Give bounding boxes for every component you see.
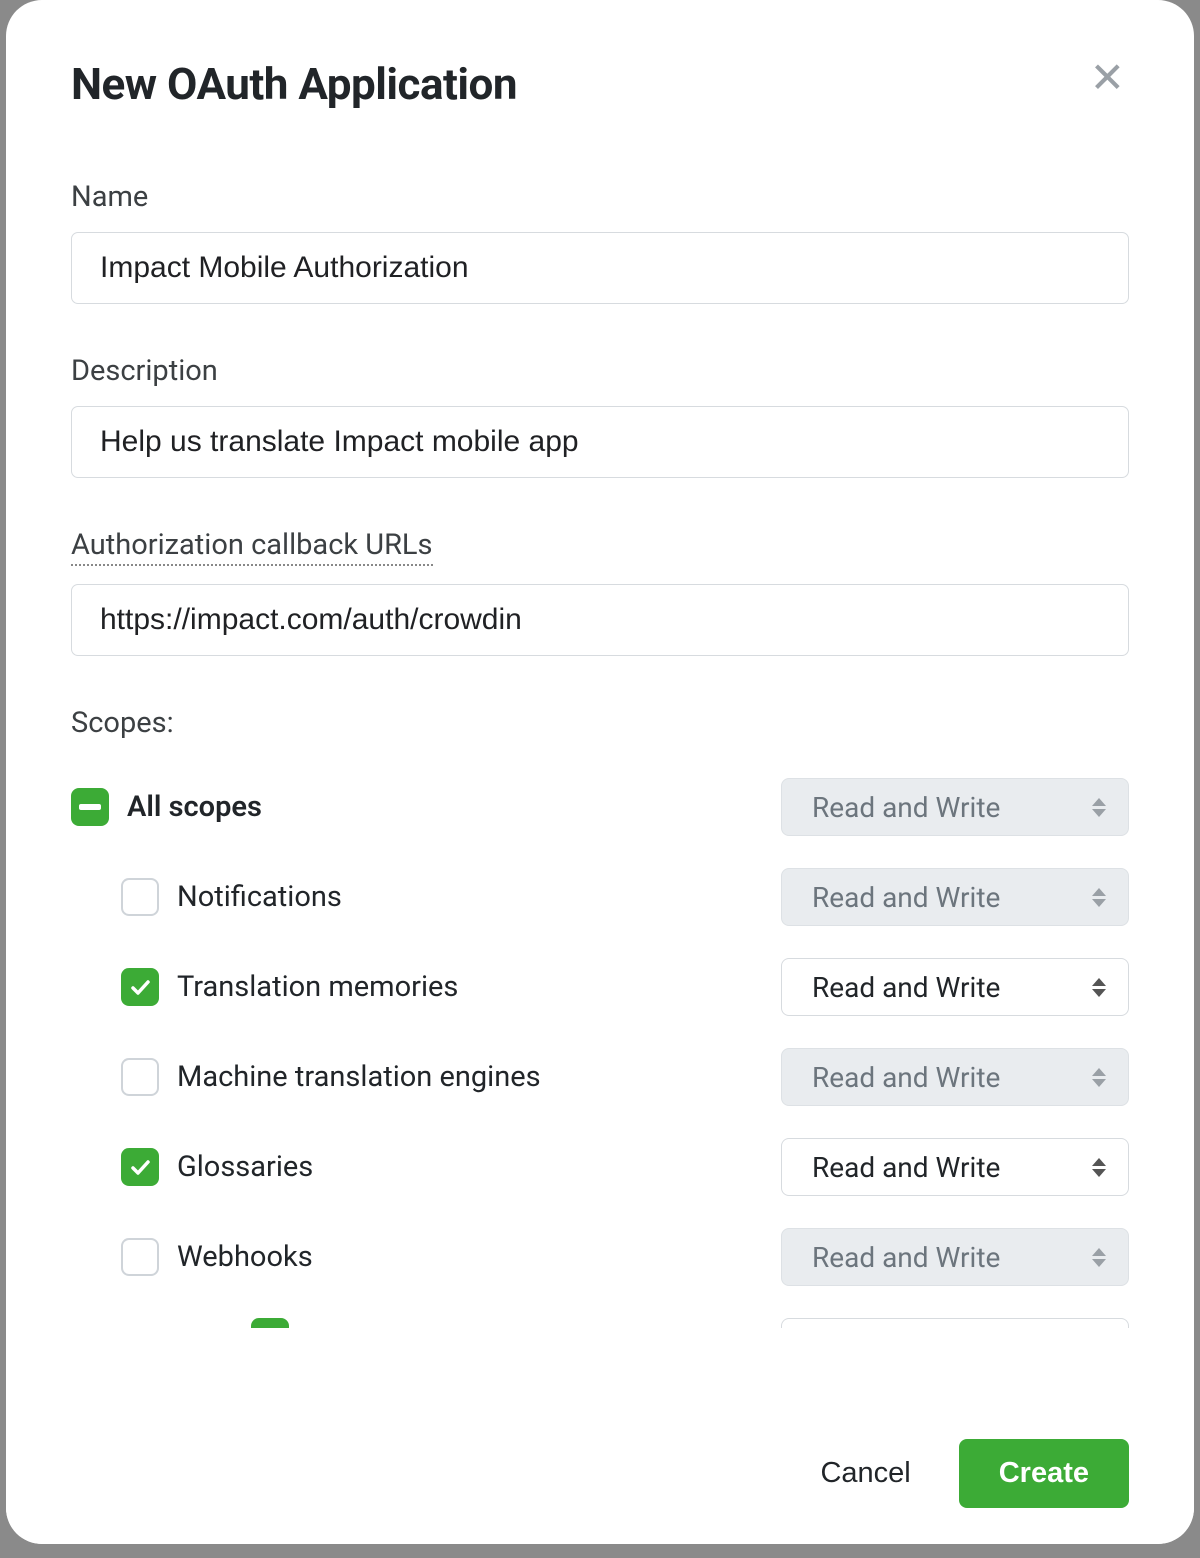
checkbox-notifications[interactable] [121,878,159,916]
scopes-heading: Scopes: [71,706,1129,740]
checkbox-webhooks[interactable] [121,1238,159,1276]
callback-label: Authorization callback URLs [71,528,433,566]
description-label: Description [71,354,218,388]
scope-row-mt-engines: Machine translation engines Read and Wri… [71,1048,1129,1106]
permission-value: Read and Write [812,1061,1000,1094]
close-icon[interactable]: ✕ [1086,58,1129,100]
permission-value: Read and Write [812,881,1000,914]
modal-title: New OAuth Application [71,58,517,110]
permission-select-translation-memories[interactable]: Read and Write [781,958,1129,1016]
check-icon [128,1155,152,1179]
permission-value: Read and Write [812,971,1000,1004]
checkbox-translation-memories[interactable] [121,968,159,1006]
sort-icon [1092,798,1106,817]
modal-body: Name Description Authorization callback … [71,180,1129,1544]
permission-select-notifications[interactable]: Read and Write [781,868,1129,926]
modal-footer: Cancel Create [6,1403,1194,1544]
scope-label-translation-memories: Translation memories [177,970,458,1004]
callback-input[interactable] [71,584,1129,656]
scope-row-glossaries: Glossaries Read and Write [71,1138,1129,1196]
scope-label-mt-engines: Machine translation engines [177,1060,541,1094]
sort-icon [1092,888,1106,907]
permission-select-webhooks[interactable]: Read and Write [781,1228,1129,1286]
checkbox-mt-engines[interactable] [121,1058,159,1096]
checkbox-partial-peek [251,1318,289,1328]
sort-icon [1092,978,1106,997]
permission-select-all[interactable]: Read and Write [781,778,1129,836]
cancel-button[interactable]: Cancel [820,1457,910,1490]
create-button[interactable]: Create [959,1439,1129,1508]
scope-row-all: All scopes Read and Write [71,778,1129,836]
checkbox-glossaries[interactable] [121,1148,159,1186]
scope-label-all: All scopes [127,790,262,824]
field-group-name: Name [71,180,1129,304]
field-group-callback: Authorization callback URLs [71,528,1129,656]
sort-icon [1092,1068,1106,1087]
scopes-list: All scopes Read and Write Notifications … [71,778,1129,1286]
scope-label-glossaries: Glossaries [177,1150,313,1184]
permission-value: Read and Write [812,1151,1000,1184]
scope-label-webhooks: Webhooks [177,1240,313,1274]
scope-row-notifications: Notifications Read and Write [71,868,1129,926]
permission-select-mt-engines[interactable]: Read and Write [781,1048,1129,1106]
permission-select-partial-peek [781,1318,1129,1328]
permission-value: Read and Write [812,791,1000,824]
name-label: Name [71,180,148,214]
select-partial-peek-wrap [71,1318,1129,1328]
scope-label-notifications: Notifications [177,880,342,914]
name-input[interactable] [71,232,1129,304]
oauth-modal: New OAuth Application ✕ Name Description… [6,0,1194,1544]
scope-row-partial [71,1318,1129,1328]
checkbox-all-scopes[interactable] [71,788,109,826]
modal-header: New OAuth Application ✕ [71,58,1129,110]
description-input[interactable] [71,406,1129,478]
field-group-description: Description [71,354,1129,478]
sort-icon [1092,1158,1106,1177]
scope-row-webhooks: Webhooks Read and Write [71,1228,1129,1286]
minus-icon [79,804,101,810]
permission-select-glossaries[interactable]: Read and Write [781,1138,1129,1196]
sort-icon [1092,1248,1106,1267]
permission-value: Read and Write [812,1241,1000,1274]
check-icon [128,975,152,999]
scope-row-translation-memories: Translation memories Read and Write [71,958,1129,1016]
